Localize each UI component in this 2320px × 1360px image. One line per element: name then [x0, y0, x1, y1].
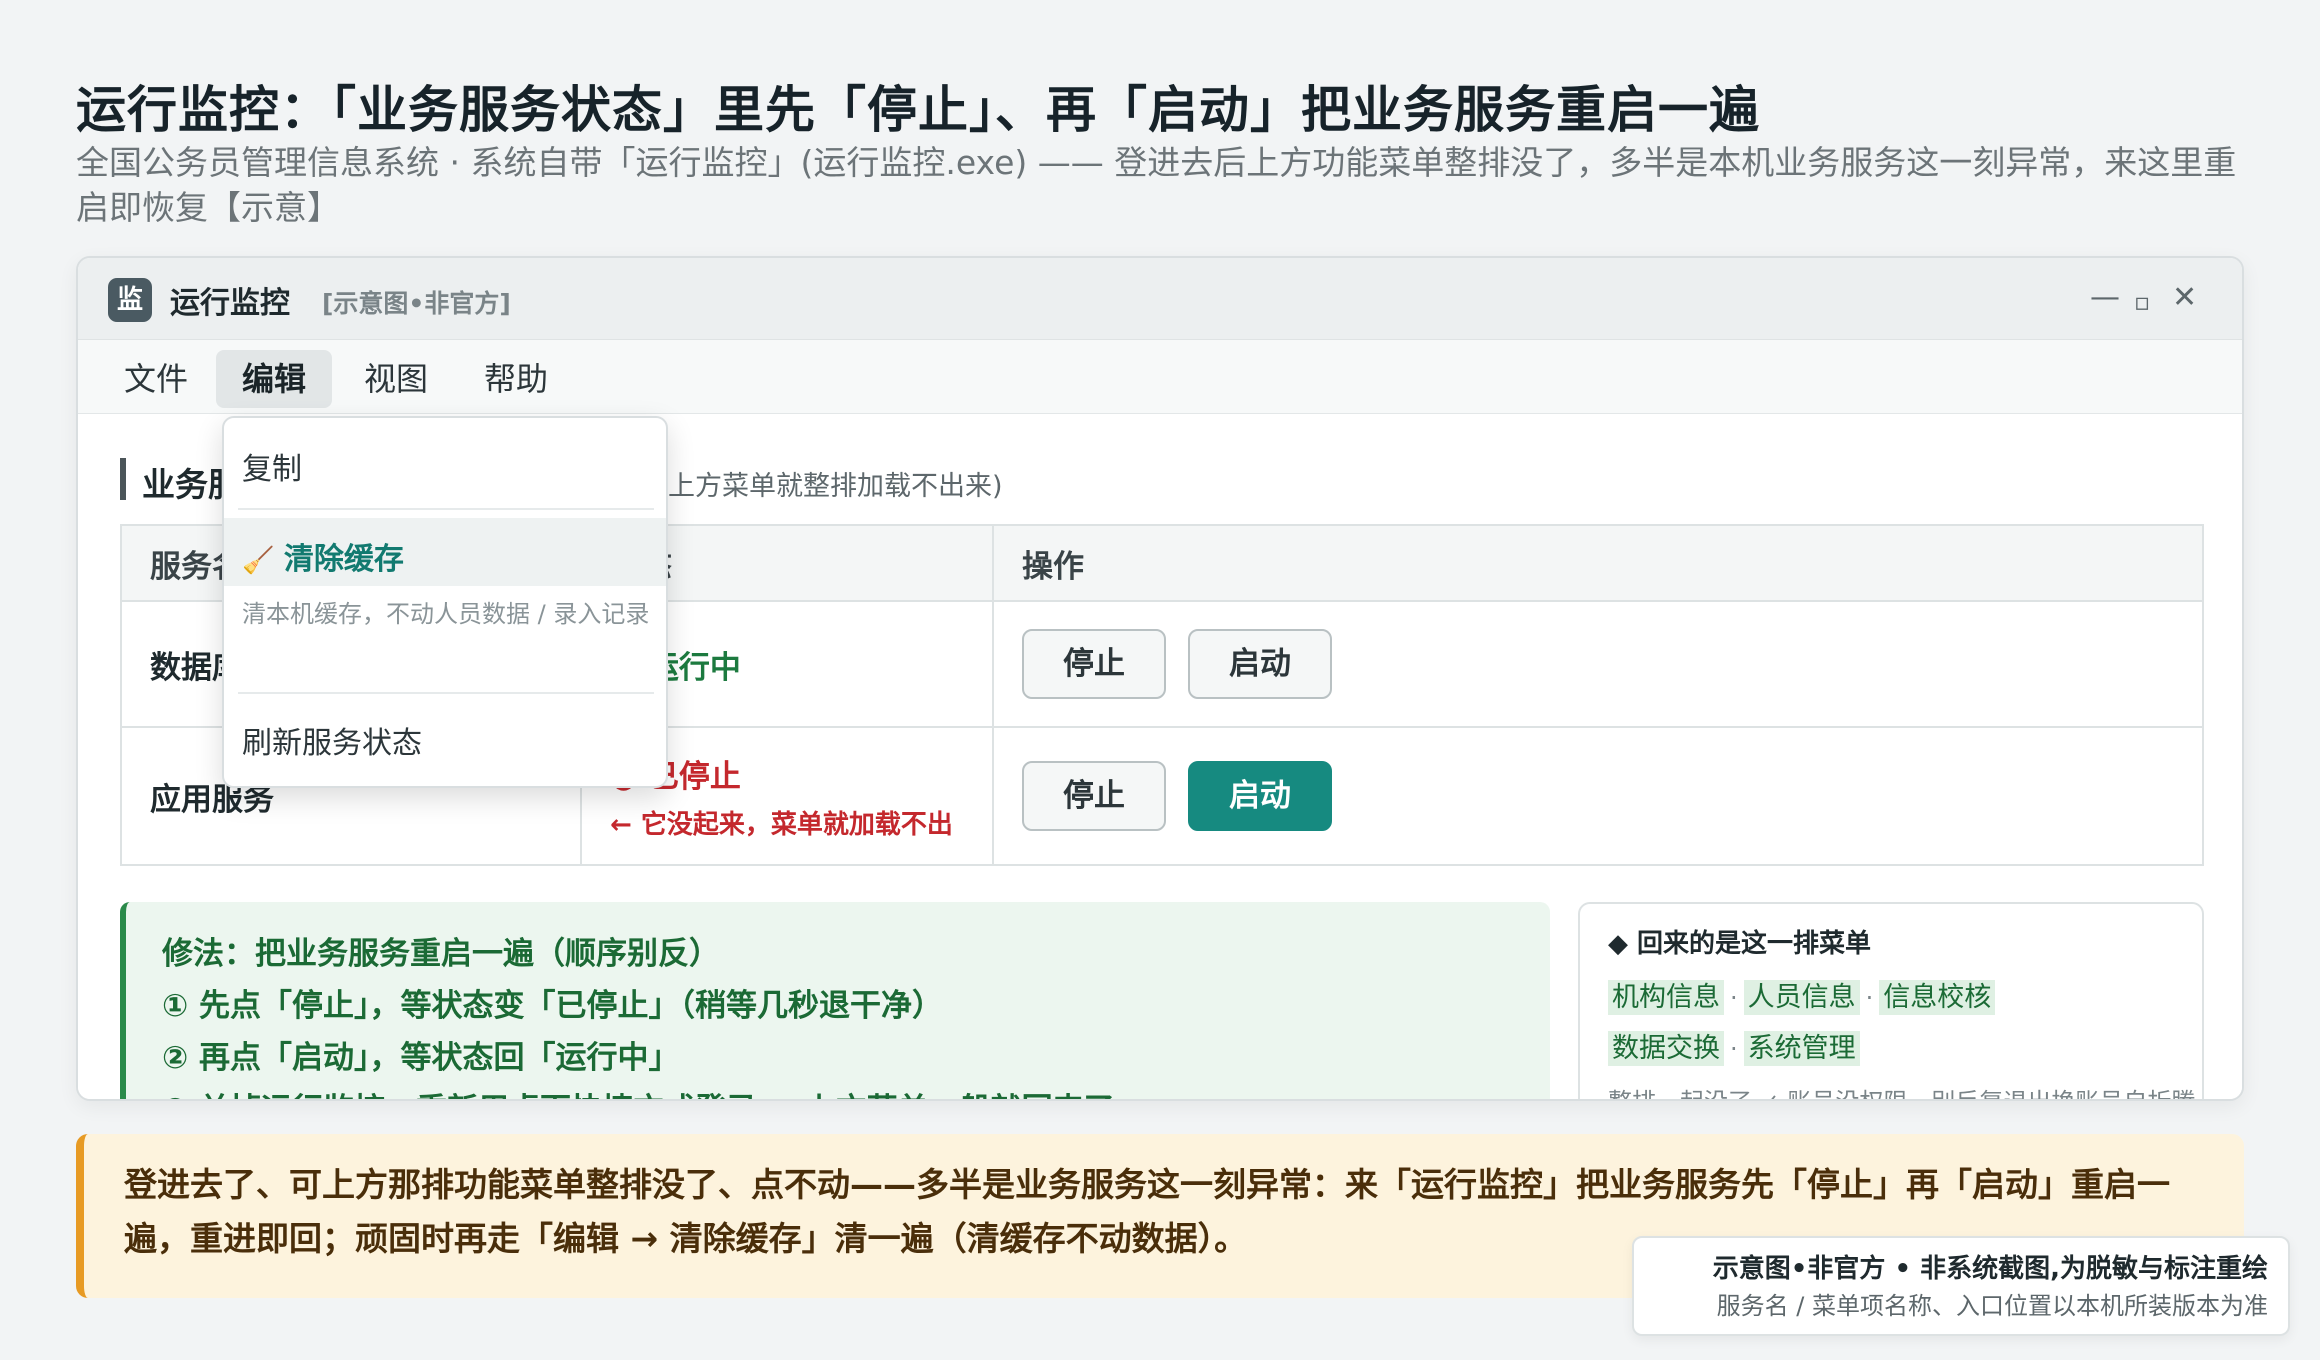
broom-icon: 🧹: [242, 546, 275, 576]
menu-edit[interactable]: 编辑: [216, 350, 333, 408]
section-accent-bar: [120, 458, 126, 500]
menu-tag: 系统管理: [1743, 1031, 1860, 1066]
menu-divider: [238, 692, 654, 694]
window-titlebar[interactable]: 监 运行监控 [示意图•非官方] — ▫ ✕: [78, 258, 2242, 340]
clear-cache-label: 清除缓存: [283, 542, 404, 577]
window-title: 运行监控: [170, 286, 290, 321]
window-tag: [示意图•非官方]: [322, 289, 511, 318]
restored-menu-note: 整排一起没了 ≠ 账号没权限，别反复退出换账号自折腾: [1608, 1084, 2202, 1099]
stamp-line-2: 服务名 / 菜单项名称、入口位置以本机所装版本为准: [1716, 1292, 2268, 1320]
menu-tag: 人员信息: [1743, 980, 1860, 1015]
menu-view[interactable]: 视图: [338, 350, 454, 408]
restored-menu-tags: 机构信息 · 人员信息 · 信息校核 数据交换 · 系统管理: [1608, 974, 2202, 1076]
header-action: 操作: [992, 524, 2204, 602]
page-title: 运行监控：「业务服务状态」里先「停止」、再「启动」把业务服务重启一遍: [76, 81, 1760, 139]
menu-help[interactable]: 帮助: [458, 350, 574, 408]
menu-item-refresh[interactable]: 刷新服务状态: [242, 718, 652, 762]
fix-step-1: ① 先点「停止」，等状态变「已停止」（稍等几秒退干净）: [162, 988, 944, 1024]
db-start-button[interactable]: 启动: [1188, 629, 1332, 699]
fix-title: 修法：把业务服务重启一遍（顺序别反）: [162, 936, 720, 972]
fix-step-2: ② 再点「启动」，等状态回「运行中」: [162, 1040, 680, 1076]
disclaimer-stamp: 示意图•非官方 • 非系统截图,为脱敏与标注重绘 服务名 / 菜单项名称、入口位…: [1632, 1236, 2290, 1336]
fix-step-3: ③ 关掉运行监控，重新用桌面快捷方式登录 → 上方菜单一般就回来了: [162, 1084, 1550, 1099]
clear-cache-description: 清本机缓存，不动人员数据 / 录入记录: [242, 600, 650, 628]
menu-bar: 文件 编辑 视图 帮助: [78, 340, 2242, 414]
menu-tag: 信息校核: [1879, 980, 1996, 1015]
status-warning: ← 它没起来，菜单就加载不出: [610, 810, 953, 840]
app-icon: 监: [108, 278, 152, 322]
db-stop-button[interactable]: 停止: [1022, 629, 1166, 699]
restored-menu-panel: ◆ 回来的是这一排菜单 机构信息·人员信息·信息校核 数据交换·系统管理 整排一…: [1578, 902, 2204, 1099]
menu-divider: [238, 508, 654, 510]
page-subtitle: 全国公务员管理信息系统 · 系统自带「运行监控」(运行监控.exe) —— 登进…: [76, 143, 2237, 227]
menu-tag: 数据交换: [1608, 1031, 1724, 1066]
restored-menu-title: ◆ 回来的是这一排菜单: [1608, 929, 1872, 959]
monitor-window: 监 运行监控 [示意图•非官方] — ▫ ✕ 文件 编辑 视图 帮助 业务服务状…: [76, 256, 2244, 1101]
section-note: 上方菜单就整排加载不出来): [668, 471, 1003, 502]
stamp-line-1: 示意图•非官方 • 非系统截图,为脱敏与标注重绘: [1712, 1254, 2268, 1284]
menu-file[interactable]: 文件: [98, 350, 214, 408]
maximize-icon[interactable]: ▫: [2134, 282, 2150, 322]
edit-dropdown-menu: 复制 🧹 清除缓存 清本机缓存，不动人员数据 / 录入记录 刷新服务状态: [222, 416, 668, 788]
menu-item-clear-cache[interactable]: 🧹 清除缓存: [242, 534, 652, 578]
minimize-icon[interactable]: —: [2090, 278, 2120, 318]
menu-item-copy[interactable]: 复制: [242, 444, 652, 488]
menu-tag: 机构信息: [1608, 980, 1724, 1015]
fix-instructions: 修法：把业务服务重启一遍（顺序别反） ① 先点「停止」，等状态变「已停止」（稍等…: [120, 902, 1550, 1099]
app-stop-button[interactable]: 停止: [1022, 761, 1166, 831]
app-start-button[interactable]: 启动: [1188, 761, 1332, 831]
close-icon[interactable]: ✕: [2172, 278, 2197, 318]
